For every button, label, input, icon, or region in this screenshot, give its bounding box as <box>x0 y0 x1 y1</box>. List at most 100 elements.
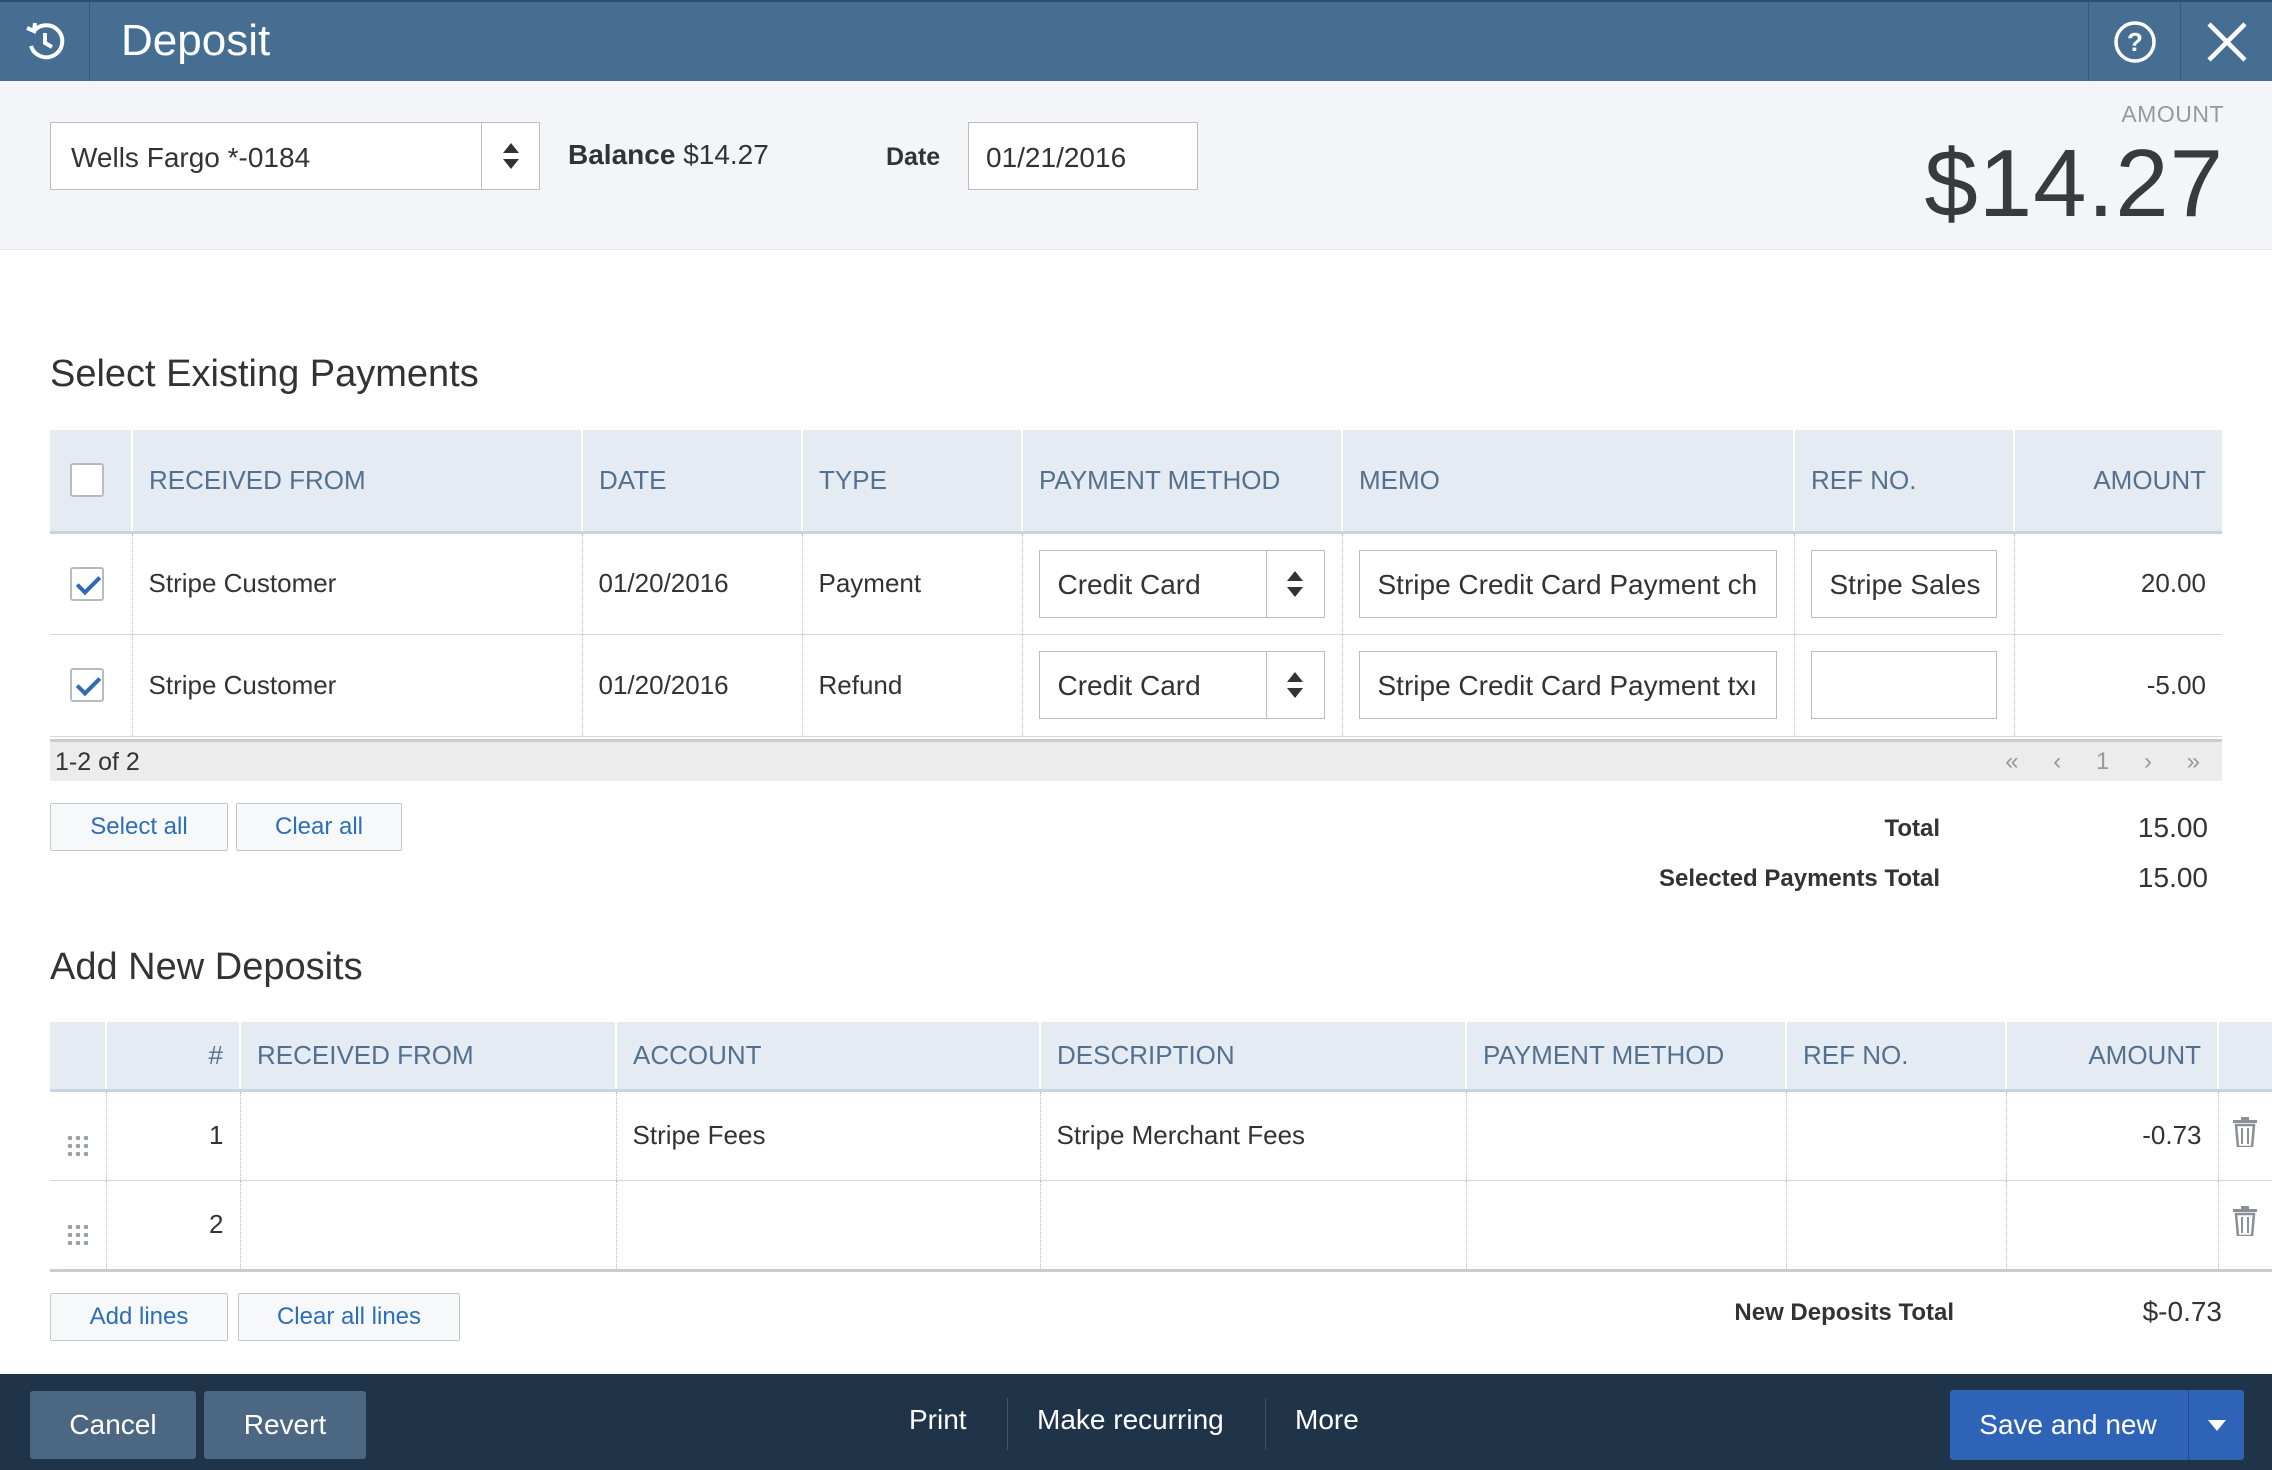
received-from-link[interactable]: Stripe Customer <box>132 532 583 635</box>
close-button[interactable] <box>2180 2 2272 81</box>
col-payment-method[interactable]: PAYMENT METHOD <box>1022 430 1343 534</box>
last-page-icon[interactable]: » <box>2187 748 2214 775</box>
prev-page-icon[interactable]: ‹ <box>2053 748 2075 775</box>
col-received-from: RECEIVED FROM <box>240 1022 617 1092</box>
select-all-checkbox-cell[interactable] <box>50 430 133 534</box>
updown-arrow-icon <box>1265 550 1324 617</box>
ref-no-input[interactable] <box>1810 651 1997 719</box>
memo-input[interactable]: Stripe Credit Card Payment ch <box>1358 549 1777 618</box>
make-recurring-button[interactable]: Make recurring <box>1037 1404 1224 1436</box>
table-header-row: RECEIVED FROM DATE TYPE PAYMENT METHOD M… <box>50 430 2222 534</box>
account-cell[interactable] <box>616 1180 1041 1271</box>
svg-text:?: ? <box>2127 27 2143 57</box>
amount-cell[interactable] <box>2006 1180 2219 1271</box>
received-from-link[interactable]: Stripe Customer <box>132 634 583 737</box>
received-from-cell[interactable] <box>240 1180 617 1271</box>
updown-arrow-icon <box>1265 652 1324 718</box>
table-row: Stripe Customer 01/20/2016 Refund Credit… <box>50 634 2222 737</box>
delete-line-button[interactable] <box>2218 1180 2272 1271</box>
revert-button[interactable]: Revert <box>204 1391 366 1459</box>
description-cell[interactable] <box>1040 1180 1467 1271</box>
payment-amount: -5.00 <box>2014 634 2222 737</box>
ref-no-cell[interactable] <box>1786 1090 2007 1181</box>
drag-handle-icon <box>68 1224 88 1245</box>
amount-label: AMOUNT <box>2121 101 2224 127</box>
selected-payments-total-label: Selected Payments Total <box>1659 865 1940 892</box>
footer-bar: Cancel Revert Print Make recurring More … <box>0 1374 2272 1470</box>
received-from-cell[interactable] <box>240 1090 617 1181</box>
drag-handle[interactable] <box>50 1090 107 1181</box>
new-deposits-total-label: New Deposits Total <box>1734 1299 1954 1326</box>
col-memo[interactable]: MEMO <box>1342 430 1795 534</box>
deposit-header: Wells Fargo *-0184 Balance $14.27 Date 0… <box>0 81 2272 250</box>
save-and-new-label[interactable]: Save and new <box>1950 1390 2186 1460</box>
next-page-icon[interactable]: › <box>2144 748 2166 775</box>
drag-handle-icon <box>68 1135 88 1156</box>
save-options-dropdown[interactable] <box>2188 1390 2244 1460</box>
page-number: 1 <box>2095 748 2124 775</box>
footer-divider <box>1007 1398 1008 1450</box>
col-amount[interactable]: AMOUNT <box>2014 430 2222 534</box>
col-amount: AMOUNT <box>2006 1022 2219 1092</box>
payment-method-cell[interactable] <box>1466 1180 1787 1271</box>
select-all-button[interactable]: Select all <box>50 803 228 851</box>
amount-total: $14.27 <box>1924 130 2224 237</box>
clear-all-lines-button[interactable]: Clear all lines <box>238 1293 460 1341</box>
payment-type: Payment <box>802 532 1023 635</box>
ref-no-cell[interactable] <box>1786 1180 2007 1271</box>
payment-method-select[interactable]: Credit Card <box>1038 651 1325 719</box>
amount-cell[interactable]: -0.73 <box>2006 1090 2219 1181</box>
account-select[interactable]: Wells Fargo *-0184 <box>50 122 540 190</box>
total-value: 15.00 <box>2137 812 2208 843</box>
existing-payments-title: Select Existing Payments <box>50 353 479 395</box>
row-checkbox[interactable] <box>70 566 104 601</box>
balance-label: Balance <box>568 139 676 170</box>
window-title: Deposit <box>121 16 271 65</box>
description-cell[interactable]: Stripe Merchant Fees <box>1040 1090 1467 1181</box>
col-type[interactable]: TYPE <box>802 430 1023 534</box>
col-payment-method: PAYMENT METHOD <box>1466 1022 1787 1092</box>
table-row[interactable]: 1 Stripe Fees Stripe Merchant Fees -0.73 <box>50 1090 2272 1181</box>
col-line-number: # <box>106 1022 241 1092</box>
table-row[interactable]: 2 <box>50 1180 2272 1271</box>
selected-payments-total-value: 15.00 <box>2137 862 2208 893</box>
add-lines-button[interactable]: Add lines <box>50 1293 228 1341</box>
first-page-icon[interactable]: « <box>2005 748 2032 775</box>
title-bar: Deposit ? <box>0 0 2272 81</box>
clear-all-button[interactable]: Clear all <box>236 803 402 851</box>
ref-no-input[interactable]: Stripe Sales <box>1810 549 1997 618</box>
trash-icon <box>2232 1117 2257 1149</box>
col-date[interactable]: DATE <box>582 430 803 534</box>
more-button[interactable]: More <box>1295 1404 1359 1436</box>
col-ref-no: REF NO. <box>1786 1022 2007 1092</box>
print-button[interactable]: Print <box>909 1404 967 1436</box>
line-number: 2 <box>106 1180 241 1271</box>
existing-payments-table: RECEIVED FROM DATE TYPE PAYMENT METHOD M… <box>50 430 2222 737</box>
drag-handle[interactable] <box>50 1180 107 1271</box>
total-label: Total <box>1884 815 1940 842</box>
payment-date: 01/20/2016 <box>582 532 803 635</box>
date-input[interactable]: 01/21/2016 <box>968 122 1198 190</box>
col-account: ACCOUNT <box>616 1022 1041 1092</box>
payment-method-cell[interactable] <box>1466 1090 1787 1181</box>
updown-arrow-icon <box>481 123 539 189</box>
pagination-nav: « ‹ 1 › » <box>2005 748 2214 776</box>
trash-icon <box>2232 1206 2257 1238</box>
memo-input[interactable]: Stripe Credit Card Payment txı <box>1358 651 1777 719</box>
delete-line-button[interactable] <box>2218 1090 2272 1181</box>
account-cell[interactable]: Stripe Fees <box>616 1090 1041 1181</box>
cancel-button[interactable]: Cancel <box>30 1391 196 1459</box>
footer-divider <box>1265 1398 1266 1450</box>
select-all-checkbox[interactable] <box>70 463 104 498</box>
payment-method-value: Credit Card <box>1057 568 1201 600</box>
col-received-from[interactable]: RECEIVED FROM <box>132 430 583 534</box>
help-button[interactable]: ? <box>2088 2 2180 81</box>
caret-down-icon <box>2207 1419 2226 1431</box>
col-ref-no[interactable]: REF NO. <box>1794 430 2015 534</box>
save-and-new-button[interactable]: Save and new <box>1950 1390 2244 1460</box>
table-row: Stripe Customer 01/20/2016 Payment Credi… <box>50 532 2222 635</box>
payment-method-select[interactable]: Credit Card <box>1038 549 1325 618</box>
payment-method-value: Credit Card <box>1057 670 1201 701</box>
recent-transactions-button[interactable] <box>0 2 90 81</box>
row-checkbox[interactable] <box>70 668 104 703</box>
